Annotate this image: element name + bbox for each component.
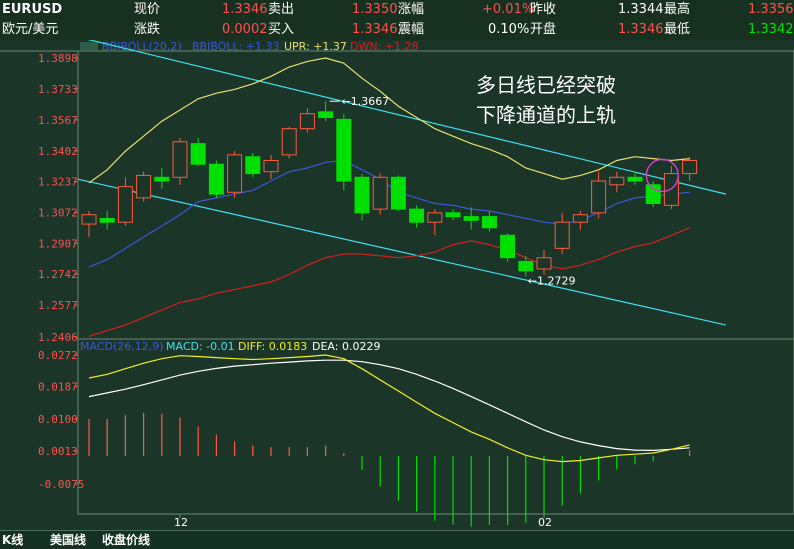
sell-label: 卖出 — [268, 2, 295, 17]
price-tick-label: 1.2907 — [38, 237, 78, 250]
boll-legend-name: BBIBOLL(20,2) — [102, 40, 182, 53]
x-tick-label: 12 — [174, 516, 188, 529]
low-value: 1.3342 — [748, 22, 794, 37]
price-tick-label: 1.3898 — [38, 52, 78, 65]
sell-value: 1.3350 — [352, 2, 398, 17]
amplitude-value: 0.10% — [488, 22, 530, 37]
high-label: 最高 — [664, 2, 691, 17]
change-value: 0.0002 — [222, 22, 268, 37]
candle-body — [81, 214, 97, 225]
change-pct-label: 涨幅 — [398, 2, 425, 17]
current-label: 现价 — [134, 2, 161, 17]
high-label: ←1.3667 — [342, 95, 390, 108]
price-tick-label: 1.2406 — [38, 331, 78, 344]
legend-swatch — [80, 42, 98, 50]
tab-kline[interactable]: K线 — [2, 531, 23, 549]
note-line-1: 多日线已经突破 — [476, 73, 616, 97]
price-tick-label: 1.2577 — [38, 299, 78, 312]
candle-body — [463, 216, 479, 221]
candle-body — [336, 118, 352, 182]
candle-body — [354, 176, 370, 214]
footer-tabs: K线 美国线 收盘价线 — [0, 530, 794, 549]
low-label: 最低 — [664, 22, 691, 37]
chart-area[interactable]: BBIBOLL(20,2) BBIBOLL: +1.33 UPR: +1.37 … — [0, 40, 794, 530]
candle-body — [172, 141, 188, 178]
candle-body — [554, 221, 570, 249]
candle-body — [117, 186, 133, 223]
candle-body — [136, 174, 152, 199]
tab-us-line[interactable]: 美国线 — [50, 531, 86, 549]
amplitude-label: 震幅 — [398, 22, 425, 37]
candle-body — [281, 128, 297, 156]
buy-label: 买入 — [268, 22, 295, 37]
macd-legend-dea: DEA: 0.0229 — [312, 340, 380, 353]
price-tick-label: 1.3567 — [38, 114, 78, 127]
macd-tick-label: 0.0272 — [38, 349, 78, 362]
price-tick-label: 1.3237 — [38, 176, 78, 189]
candle-body — [645, 184, 661, 204]
prev-close-value: 1.3344 — [618, 2, 664, 17]
candle-body — [572, 214, 588, 223]
current-value: 1.3346 — [222, 2, 268, 17]
open-value: 1.3346 — [618, 22, 664, 37]
open-label: 开盘 — [530, 22, 557, 37]
tab-close-line[interactable]: 收盘价线 — [102, 531, 150, 549]
price-tick-label: 1.3402 — [38, 145, 78, 158]
macd-tick-label: 0.0013 — [38, 445, 78, 458]
macd-tick-label: 0.0187 — [38, 381, 78, 394]
name-label: 欧元/美元 — [2, 22, 59, 37]
price-tick-label: 1.3733 — [38, 83, 78, 96]
candle-body — [627, 176, 643, 182]
candle-body — [445, 212, 461, 218]
candle-body — [682, 159, 698, 175]
symbol-label: EURUSD — [2, 2, 63, 17]
price-panel — [77, 50, 794, 340]
candle-body — [208, 163, 224, 195]
x-tick-label: 02 — [538, 516, 552, 529]
high-value: 1.3356 — [748, 2, 794, 17]
note-line-2: 下降通道的上轨 — [476, 103, 616, 127]
candle-body — [227, 154, 243, 193]
macd-legend-name: MACD(26,12,9) — [80, 340, 164, 353]
candle-body — [299, 113, 315, 130]
boll-legend-lower: DWN: +1.28 — [350, 40, 419, 53]
macd-legend-macd: MACD: -0.01 — [166, 340, 235, 353]
candle-body — [263, 159, 279, 173]
candle-body — [190, 143, 206, 165]
quote-header: EURUSD 现价 1.3346 卖出 1.3350 涨幅 +0.01% 昨收 … — [0, 0, 794, 40]
candle-body — [481, 216, 497, 229]
candle-body — [409, 208, 425, 223]
low-label: ←1.2729 — [528, 275, 576, 288]
macd-legend-diff: DIFF: 0.0183 — [238, 340, 307, 353]
candle-body — [591, 180, 607, 214]
candle-body — [518, 260, 534, 272]
change-pct-value: +0.01% — [482, 2, 535, 17]
candle-body — [536, 257, 552, 270]
change-label: 涨跌 — [134, 22, 161, 37]
candle-body — [372, 176, 388, 210]
boll-legend-upper: UPR: +1.37 — [284, 40, 347, 53]
boll-legend-mid: BBIBOLL: +1.33 — [192, 40, 280, 53]
macd-tick-label: -0.0075 — [38, 478, 84, 491]
candle-body — [99, 217, 115, 223]
candle-body — [427, 212, 443, 223]
macd-panel — [77, 338, 794, 515]
candle-body — [154, 176, 170, 182]
candle-body — [318, 111, 334, 118]
buy-value: 1.3346 — [352, 22, 398, 37]
prev-close-label: 昨收 — [530, 2, 557, 17]
candle-body — [245, 156, 261, 175]
macd-tick-label: 0.0100 — [38, 413, 78, 426]
candle-body — [609, 176, 625, 186]
candle-body — [500, 234, 516, 259]
candle-body — [390, 176, 406, 210]
price-tick-label: 1.3072 — [38, 206, 78, 219]
price-tick-label: 1.2742 — [38, 268, 78, 281]
